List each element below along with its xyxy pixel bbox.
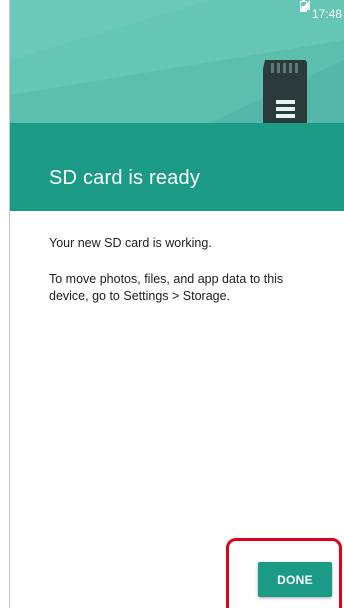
sd-card-icon [263, 60, 307, 123]
message-body: Your new SD card is working. To move pho… [49, 235, 319, 324]
message-line-instructions: To move photos, files, and app data to t… [49, 272, 284, 303]
screen: 17:48 SD card is ready Your new SD card … [10, 0, 344, 608]
title-band: SD card is ready [10, 123, 344, 211]
status-time: 17:48 [311, 7, 342, 21]
page-title: SD card is ready [49, 167, 201, 189]
status-bar: 17:48 [299, 0, 344, 28]
header-illustration: 17:48 [10, 0, 344, 123]
done-button-highlight [226, 538, 342, 608]
message-line-working: Your new SD card is working. [49, 236, 212, 250]
device-frame: 17:48 SD card is ready Your new SD card … [0, 0, 344, 608]
device-bezel [0, 0, 10, 608]
